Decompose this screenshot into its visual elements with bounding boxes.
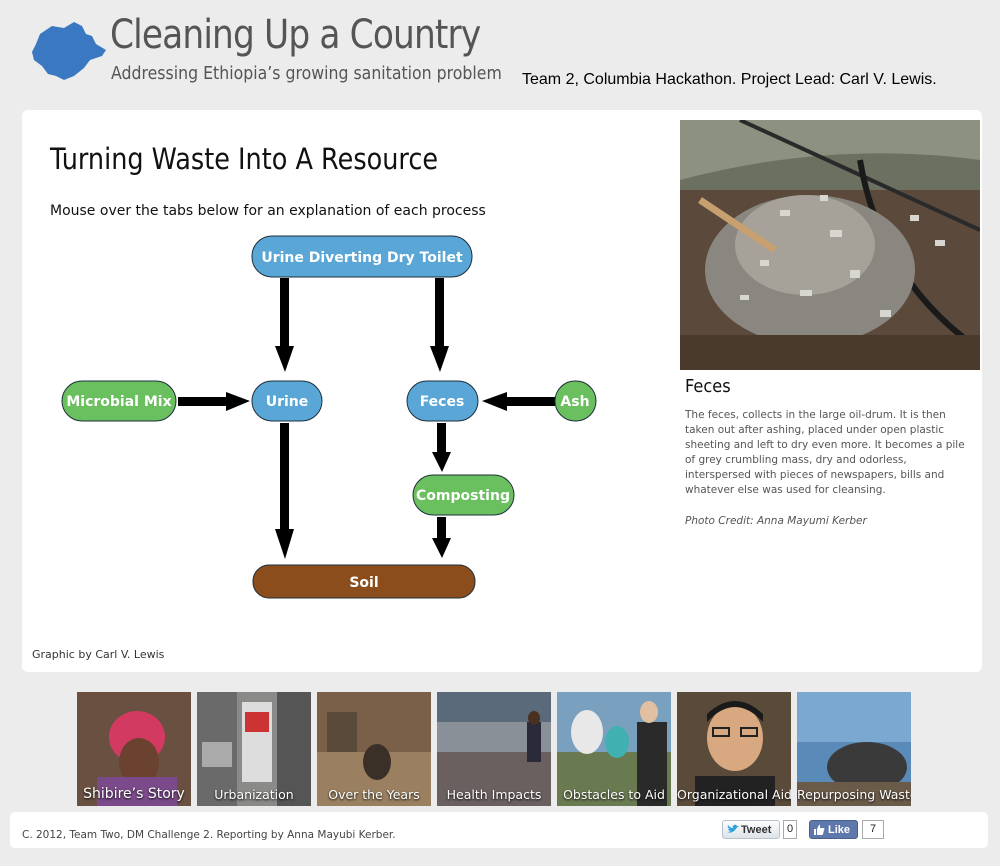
- node-ash-label: Ash: [560, 394, 589, 410]
- node-microbial-label: Microbial Mix: [66, 394, 171, 410]
- team-credit: Team 2, Columbia Hackathon. Project Lead…: [522, 71, 937, 88]
- node-microbial-mix[interactable]: Microbial Mix: [61, 380, 177, 422]
- process-flow-diagram: Urine Diverting Dry Toilet Urine Feces M…: [61, 235, 597, 599]
- thumb-repurposing-waste-label: Repurposing Waste: [797, 787, 911, 802]
- node-ash[interactable]: Ash: [554, 380, 597, 422]
- thumb-organizational-aid[interactable]: Organizational Aid: [677, 692, 791, 806]
- thumb-health-impacts[interactable]: Health Impacts: [437, 692, 551, 806]
- node-soil[interactable]: Soil: [252, 564, 476, 599]
- main-panel: Turning Waste Into A Resource Mouse over…: [22, 110, 982, 672]
- thumb-shibires-story-label: Shibire’s Story: [83, 786, 185, 802]
- tweet-button[interactable]: Tweet: [722, 820, 780, 839]
- thumb-urbanization-label: Urbanization: [214, 787, 294, 802]
- photo-credit: Photo Credit: Anna Mayumi Kerber: [685, 515, 867, 527]
- graphic-credit: Graphic by Carl V. Lewis: [32, 648, 165, 661]
- detail-body: The feces, collects in the large oil-dru…: [685, 409, 965, 496]
- tweet-count: 0: [783, 820, 797, 839]
- node-toilet-label: Urine Diverting Dry Toilet: [261, 250, 463, 266]
- arrow-composting-soil: [437, 517, 446, 539]
- thumb-shibires-story[interactable]: Shibire’s Story: [77, 692, 191, 806]
- node-feces[interactable]: Feces: [406, 380, 479, 422]
- thumb-organizational-aid-label: Organizational Aid: [677, 787, 791, 802]
- like-label: Like: [828, 824, 851, 836]
- node-urine[interactable]: Urine: [251, 380, 323, 422]
- thumb-health-impacts-label: Health Impacts: [446, 787, 542, 802]
- thumbs-up-icon: [814, 824, 825, 835]
- thumb-obstacles-to-aid[interactable]: Obstacles to Aid: [557, 692, 671, 806]
- arrow-ash-feces: [505, 397, 555, 406]
- like-count: 7: [862, 820, 884, 839]
- site-title: Cleaning Up a Country: [110, 12, 481, 58]
- node-soil-label: Soil: [349, 575, 378, 591]
- detail-title: Feces: [685, 376, 731, 397]
- footer: C. 2012, Team Two, DM Challenge 2. Repor…: [10, 812, 988, 848]
- thumb-obstacles-to-aid-label: Obstacles to Aid: [563, 787, 665, 802]
- node-composting-label: Composting: [416, 488, 510, 504]
- copyright-text: C. 2012, Team Two, DM Challenge 2. Repor…: [22, 829, 396, 841]
- node-urine-label: Urine: [266, 394, 309, 410]
- thumb-urbanization[interactable]: Urbanization: [197, 692, 311, 806]
- ethiopia-map-icon: [32, 22, 106, 80]
- arrow-urine-soil: [280, 423, 289, 531]
- site-subtitle: Addressing Ethiopia’s growing sanitation…: [111, 64, 502, 84]
- arrow-toilet-feces: [435, 278, 444, 348]
- thumb-over-the-years[interactable]: Over the Years: [317, 692, 431, 806]
- arrow-feces-composting: [437, 423, 446, 453]
- thumb-repurposing-waste[interactable]: Repurposing Waste: [797, 692, 911, 806]
- tweet-label: Tweet: [741, 824, 772, 836]
- compost-pile-photo: [680, 120, 980, 370]
- node-toilet[interactable]: Urine Diverting Dry Toilet: [251, 235, 473, 278]
- flow-arrows: [178, 278, 555, 559]
- arrow-toilet-urine: [280, 278, 289, 348]
- twitter-bird-icon: [727, 824, 739, 833]
- thumb-over-the-years-label: Over the Years: [328, 787, 420, 802]
- node-composting[interactable]: Composting: [412, 474, 515, 516]
- node-feces-label: Feces: [420, 394, 465, 410]
- arrow-microbial-urine: [178, 397, 228, 406]
- like-button[interactable]: Like: [809, 820, 858, 839]
